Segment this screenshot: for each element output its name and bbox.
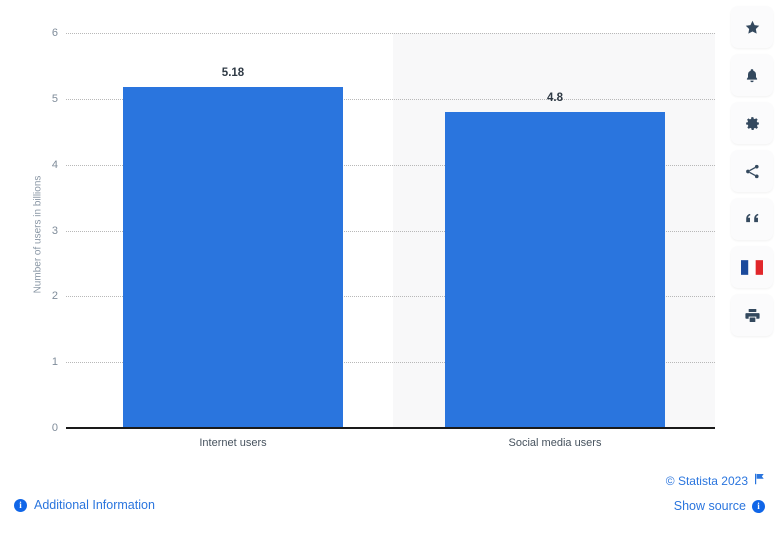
gear-icon — [744, 115, 761, 132]
notifications-button[interactable] — [731, 54, 773, 96]
citation-button[interactable] — [731, 198, 773, 240]
favorite-icon — [744, 19, 761, 36]
x-tick-internet-users: Internet users — [123, 437, 343, 449]
chart-footer: i Additional Information © Statista 2023… — [0, 465, 779, 537]
french-flag-icon — [741, 260, 763, 275]
y-axis-title: Number of users in billions — [33, 65, 44, 405]
x-tick-social-media-users: Social media users — [445, 437, 665, 449]
y-axis-ticks: 6 5 4 3 2 1 0 — [0, 33, 58, 428]
language-button[interactable] — [731, 246, 773, 288]
additional-information-label: Additional Information — [34, 498, 155, 512]
y-axis-title-anchor: Number of users in billions — [28, 33, 29, 428]
bar-value-social-media-users: 4.8 — [445, 92, 665, 104]
bar-internet-users[interactable] — [123, 87, 343, 428]
copyright-label: © Statista 2023 — [666, 474, 748, 488]
share-button[interactable] — [731, 150, 773, 192]
additional-information-link[interactable]: i Additional Information — [14, 498, 155, 512]
show-source-link[interactable]: Show source i — [674, 499, 765, 513]
settings-button[interactable] — [731, 102, 773, 144]
printer-icon — [744, 307, 761, 324]
print-button[interactable] — [731, 294, 773, 336]
action-toolbar — [731, 6, 773, 336]
statista-chart-page: 6 5 4 3 2 1 0 Number of users in billion… — [0, 0, 779, 537]
bar-social-media-users[interactable] — [445, 112, 665, 428]
y-tick-6: 6 — [18, 27, 58, 39]
gridline-6 — [66, 33, 715, 34]
share-icon — [744, 163, 761, 180]
show-source-label: Show source — [674, 499, 746, 513]
info-icon-source: i — [752, 500, 765, 513]
flag-icon — [754, 473, 765, 488]
quote-icon — [744, 212, 761, 226]
info-icon: i — [14, 499, 27, 512]
bell-icon — [744, 67, 760, 84]
y-tick-0: 0 — [18, 422, 58, 434]
bar-value-internet-users: 5.18 — [123, 67, 343, 79]
x-axis-line — [66, 427, 715, 429]
copyright-notice: © Statista 2023 — [666, 473, 765, 488]
favorite-button[interactable] — [731, 6, 773, 48]
chart-container: 6 5 4 3 2 1 0 Number of users in billion… — [0, 0, 779, 465]
